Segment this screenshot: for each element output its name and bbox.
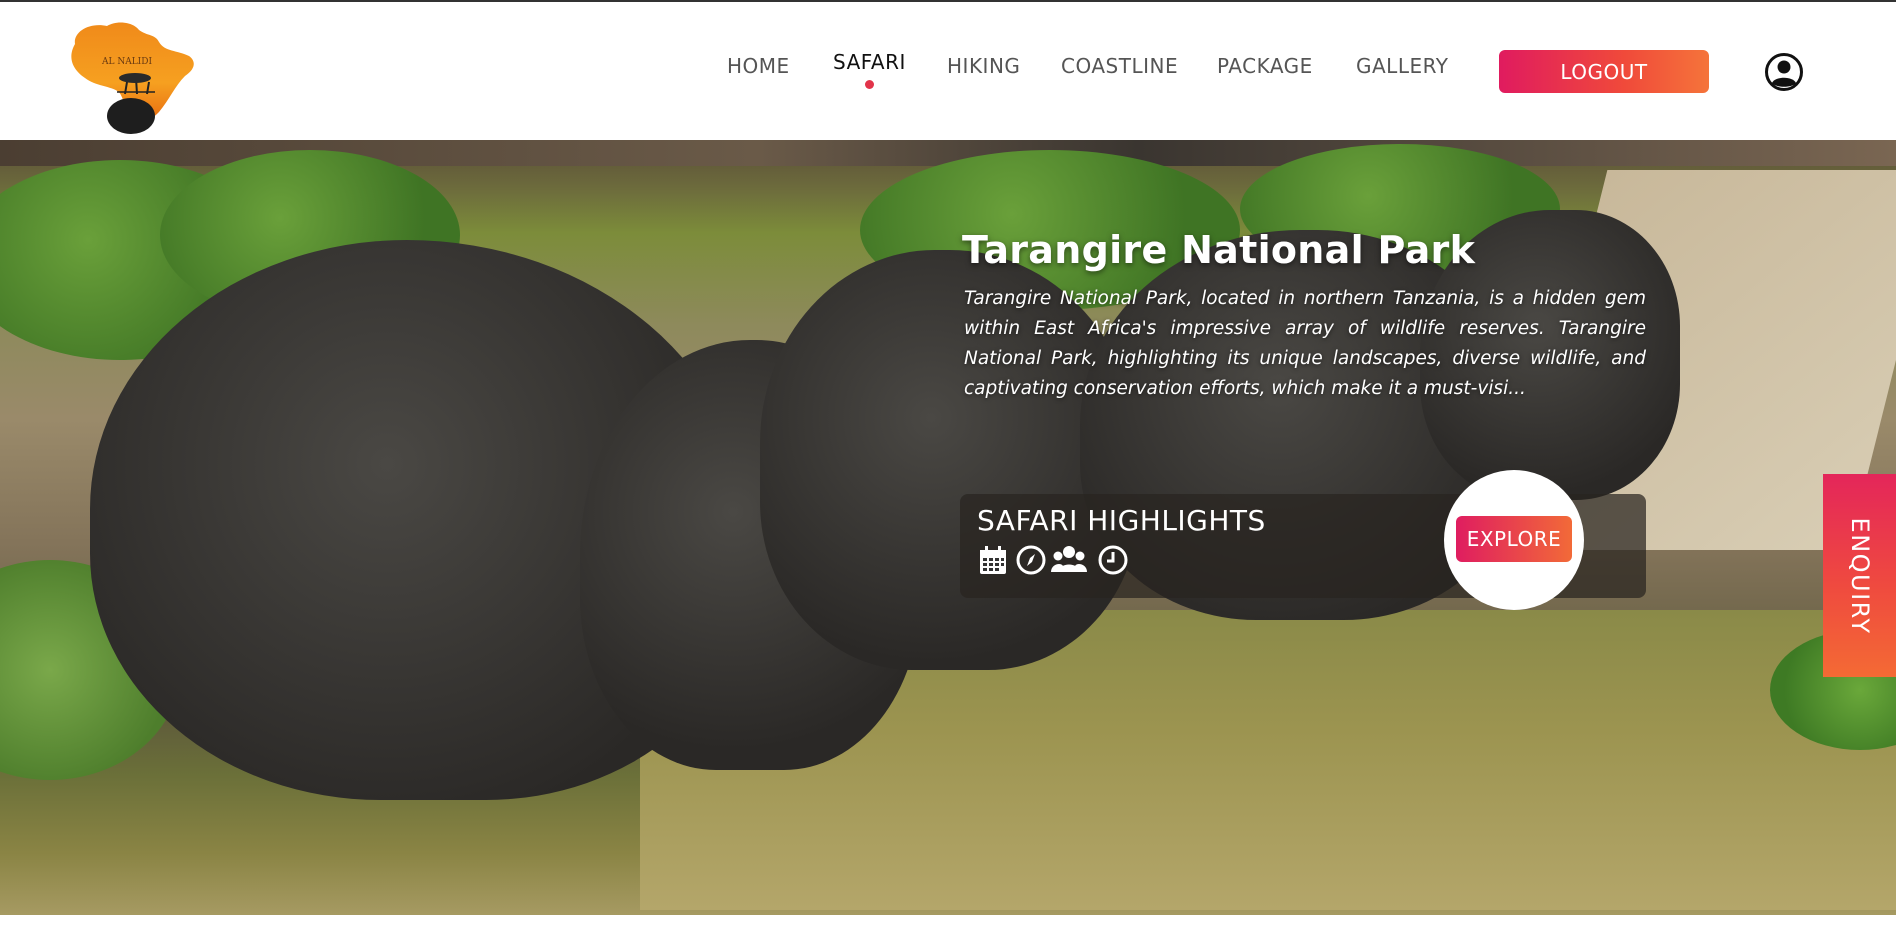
highlights-title: SAFARI HIGHLIGHTS — [977, 504, 1266, 537]
nav-safari-label: SAFARI — [833, 50, 906, 74]
hero-banner: Tarangire National Park Tarangire Nation… — [0, 140, 1896, 915]
site-logo[interactable]: AL NALIDI — [55, 16, 205, 141]
park-description: Tarangire National Park, located in nort… — [964, 288, 1646, 399]
nav-package[interactable]: PACKAGE — [1217, 54, 1313, 78]
site-header: AL NALIDI HOME SAFARI HIKING COASTLINE P… — [0, 2, 1896, 140]
group-icon — [1051, 546, 1087, 572]
enquiry-label: ENQUIRY — [1845, 517, 1874, 634]
clock-icon — [1098, 545, 1128, 575]
active-indicator-dot — [865, 80, 875, 89]
logout-button[interactable]: LOGOUT — [1499, 50, 1709, 93]
explore-button[interactable]: EXPLORE — [1456, 516, 1572, 562]
compass-icon — [1016, 545, 1046, 575]
enquiry-tab[interactable]: ENQUIRY — [1823, 474, 1896, 677]
explore-ring: EXPLORE — [1444, 470, 1584, 610]
svg-text:AL NALIDI: AL NALIDI — [101, 57, 152, 67]
nav-hiking[interactable]: HIKING — [947, 54, 1020, 78]
user-circle-icon[interactable] — [1764, 52, 1804, 92]
nav-coastline[interactable]: COASTLINE — [1061, 54, 1178, 78]
nav-gallery[interactable]: GALLERY — [1356, 54, 1448, 78]
nav-home[interactable]: HOME — [727, 54, 790, 78]
park-title: Tarangire National Park — [962, 228, 1476, 272]
nav-safari[interactable]: SAFARI — [833, 50, 906, 89]
calendar-icon — [980, 546, 1006, 574]
